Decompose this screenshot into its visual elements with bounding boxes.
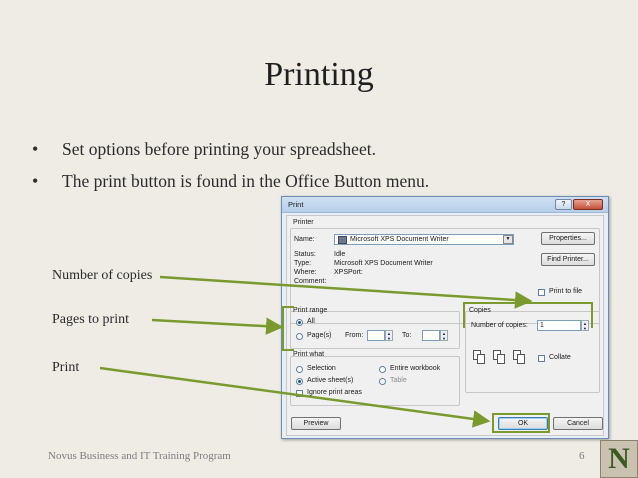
print-arrow bbox=[99, 366, 491, 428]
logo-letter: N bbox=[608, 442, 630, 475]
callout-arrows bbox=[99, 275, 533, 428]
novus-logo-icon: N bbox=[600, 440, 638, 478]
page-number: 6 bbox=[579, 450, 585, 462]
copies-arrow bbox=[159, 275, 533, 309]
pages-arrow bbox=[151, 317, 284, 335]
footer-text: Novus Business and IT Training Program bbox=[48, 450, 231, 462]
